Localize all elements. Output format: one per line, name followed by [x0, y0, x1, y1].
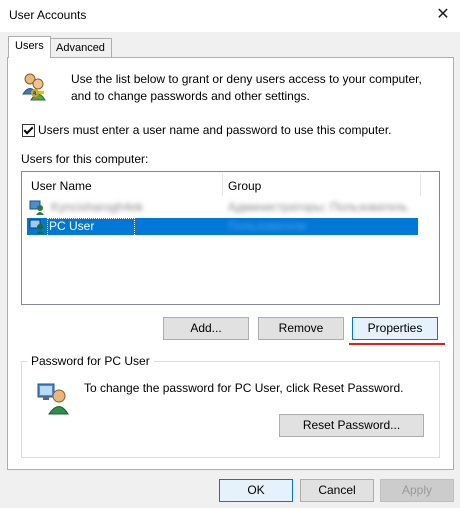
users-section-label: Users for this computer:: [21, 152, 149, 166]
apply-button[interactable]: Apply: [380, 479, 454, 502]
highlight-underline: [349, 343, 445, 345]
column-divider[interactable]: [222, 174, 223, 196]
title-bar: User Accounts ✕: [0, 0, 460, 32]
table-row[interactable]: Kyncisharogh4ek Администраторы; Пользова…: [27, 199, 422, 216]
require-login-label[interactable]: Users must enter a user name and passwor…: [38, 123, 392, 137]
user-icon: [29, 219, 44, 234]
cancel-button[interactable]: Cancel: [300, 479, 374, 502]
intro-text-line-2: and to change passwords and other settin…: [71, 89, 310, 103]
reset-password-button[interactable]: Reset Password...: [279, 414, 424, 437]
user-group: Пользователи: [228, 219, 307, 233]
password-group-title: Password for PC User: [27, 354, 154, 368]
password-groupbox: [21, 361, 440, 458]
password-instructions: To change the password for PC User, clic…: [84, 381, 404, 395]
remove-button[interactable]: Remove: [258, 317, 344, 340]
tab-users[interactable]: Users: [8, 36, 51, 58]
ok-button[interactable]: OK: [219, 479, 293, 502]
close-icon[interactable]: ✕: [426, 0, 460, 30]
window-title: User Accounts: [9, 8, 87, 22]
add-button[interactable]: Add...: [163, 317, 249, 340]
user-icon: [29, 200, 44, 215]
require-login-checkbox[interactable]: [22, 124, 35, 137]
table-row-selected[interactable]: PC User Пользователи: [27, 218, 418, 237]
column-header-user-name[interactable]: User Name: [31, 176, 92, 196]
column-divider[interactable]: [420, 174, 421, 196]
users-icon: [22, 73, 46, 101]
column-header-group[interactable]: Group: [228, 176, 261, 196]
user-name: Kyncisharogh4ek: [51, 200, 144, 214]
properties-button[interactable]: Properties: [352, 317, 438, 340]
user-group: Администраторы; Пользователь: [228, 200, 408, 214]
password-user-icon: [37, 383, 69, 415]
intro-text-line-1: Use the list below to grant or deny user…: [71, 72, 422, 86]
tab-advanced[interactable]: Advanced: [49, 38, 112, 57]
users-list[interactable]: User Name Group Kyncisharogh4ek Админист…: [21, 171, 440, 305]
user-name: PC User: [47, 218, 136, 237]
